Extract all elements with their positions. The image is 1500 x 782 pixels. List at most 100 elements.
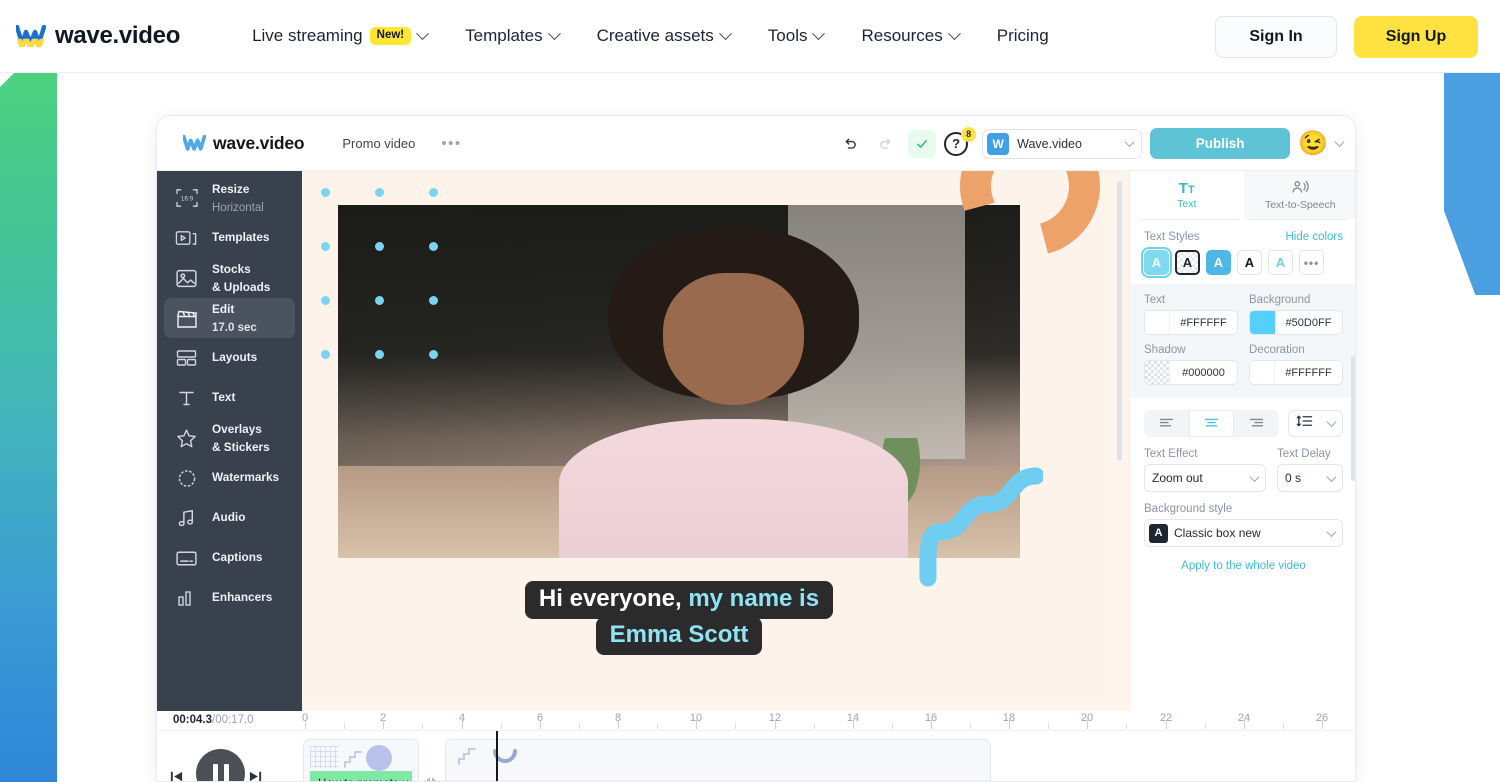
handle-dot[interactable] <box>321 188 330 197</box>
sidebar-item-label: Edit <box>212 302 235 316</box>
nav-item-resources[interactable]: Resources <box>861 26 961 46</box>
site-nav-actions: Sign In Sign Up <box>1215 16 1478 58</box>
nav-item-templates[interactable]: Templates <box>465 26 561 46</box>
text-color-input[interactable]: #FFFFFF <box>1144 310 1238 335</box>
trim-handle-right[interactable] <box>432 777 441 781</box>
line-height-icon <box>1296 414 1313 433</box>
panel-scrollbar[interactable] <box>1351 356 1355 481</box>
publish-button[interactable]: Publish <box>1150 128 1291 159</box>
playhead[interactable] <box>496 731 498 781</box>
sidebar-item-edit[interactable]: Edit 17.0 sec <box>164 298 295 338</box>
decoration-color-input[interactable]: #FFFFFF <box>1249 360 1343 385</box>
style-swatch-3[interactable]: A <box>1206 250 1231 275</box>
timeline-clip-intro[interactable]: How to promote y <box>303 739 419 781</box>
chevron-down-icon <box>416 26 429 40</box>
nav-label: Live streaming <box>252 26 363 45</box>
color-chip[interactable] <box>1250 361 1275 384</box>
chevron-down-icon[interactable] <box>1334 137 1345 148</box>
color-chip[interactable] <box>1145 361 1170 384</box>
handle-dot[interactable] <box>375 188 384 197</box>
color-chip[interactable] <box>1145 311 1170 334</box>
sidebar-item-audio[interactable]: Audio <box>164 498 295 538</box>
sidebar-item-captions[interactable]: Captions <box>164 538 295 578</box>
sidebar-item-watermarks[interactable]: Watermarks <box>164 458 295 498</box>
style-swatch-5[interactable]: A <box>1268 250 1293 275</box>
style-swatch-4[interactable]: A <box>1237 250 1262 275</box>
project-name[interactable]: Promo video <box>342 136 415 151</box>
handle-dot[interactable] <box>321 242 330 251</box>
text-delay-select[interactable]: 0 s <box>1277 464 1343 492</box>
handle-dot[interactable] <box>375 350 384 359</box>
site-logo-text: wave.video <box>55 22 181 49</box>
handle-dot[interactable] <box>429 188 438 197</box>
nav-item-live-streaming[interactable]: Live streaming New! <box>252 26 429 46</box>
caption-line-2: Emma Scott <box>595 617 763 655</box>
skip-next-icon[interactable] <box>248 769 263 781</box>
nav-item-creative-assets[interactable]: Creative assets <box>597 26 732 46</box>
background-color-input[interactable]: #50D0FF <box>1249 310 1343 335</box>
skip-previous-icon[interactable] <box>169 769 184 781</box>
handle-dot[interactable] <box>429 350 438 359</box>
hide-colors-link[interactable]: Hide colors <box>1285 231 1343 243</box>
sidebar-item-layouts[interactable]: Layouts <box>164 338 295 378</box>
align-left-button[interactable] <box>1144 410 1189 437</box>
text-effect-select[interactable]: Zoom out <box>1144 464 1266 492</box>
editor-logo[interactable]: wave.video <box>181 133 305 154</box>
nav-item-pricing[interactable]: Pricing <box>997 26 1049 46</box>
style-swatch-more-icon[interactable]: ••• <box>1299 250 1324 275</box>
sidebar-item-text[interactable]: Text <box>164 378 295 418</box>
nav-item-tools[interactable]: Tools <box>768 26 826 46</box>
style-swatch-2[interactable]: A <box>1175 250 1200 275</box>
undo-icon[interactable] <box>836 130 864 158</box>
site-navbar: wave.video Live streaming New! Templates… <box>0 0 1500 73</box>
sidebar-item-stocks-uploads[interactable]: Stocks & Uploads <box>164 258 295 298</box>
color-field-shadow: Shadow #000000 <box>1144 344 1238 385</box>
canvas-scrollbar[interactable] <box>1117 181 1122 461</box>
site-logo[interactable]: wave.video <box>14 22 181 50</box>
avatar[interactable]: 😉 <box>1298 131 1328 156</box>
enhancers-icon <box>173 585 200 612</box>
color-label: Decoration <box>1249 344 1305 356</box>
line-height-control[interactable] <box>1288 410 1343 437</box>
sidebar-item-templates[interactable]: Templates <box>164 218 295 258</box>
handle-dot[interactable] <box>321 296 330 305</box>
handle-dot[interactable] <box>429 296 438 305</box>
caption-overlay[interactable]: Hi everyone, my name is Emma Scott <box>343 581 1015 655</box>
site-nav-items: Live streaming New! Templates Creative a… <box>252 26 1087 46</box>
sidebar-item-enhancers[interactable]: Enhancers <box>164 578 295 618</box>
handle-dot[interactable] <box>321 350 330 359</box>
align-center-button[interactable] <box>1189 410 1234 437</box>
sign-up-button[interactable]: Sign Up <box>1354 16 1478 58</box>
video-editor-window: wave.video Promo video ••• ? 8 W Wave.vi… <box>156 115 1356 782</box>
align-right-button[interactable] <box>1234 410 1279 437</box>
clip-decor-stairs <box>344 750 368 773</box>
play-pause-button[interactable] <box>196 749 245 781</box>
sidebar-item-overlays-stickers[interactable]: Overlays & Stickers <box>164 418 295 458</box>
sidebar-item-label: Templates <box>212 230 270 245</box>
timeline-ruler[interactable]: 00:04.3/00:17.0 0 2 4 6 8 10 12 14 16 18… <box>157 711 1355 731</box>
trim-handle-left[interactable] <box>421 777 430 781</box>
apply-to-whole-video-link[interactable]: Apply to the whole video <box>1130 560 1355 572</box>
editor-canvas[interactable]: Hi everyone, my name is Emma Scott <box>302 171 1129 711</box>
timeline-clip-main[interactable] <box>445 739 991 781</box>
handle-dot[interactable] <box>429 242 438 251</box>
background-style-select[interactable]: A Classic box new <box>1144 519 1343 547</box>
style-swatch-1[interactable]: A <box>1141 247 1172 278</box>
tab-text[interactable]: TT Text <box>1130 171 1244 219</box>
color-field-decoration: Decoration #FFFFFF <box>1249 344 1343 385</box>
sidebar-item-resize[interactable]: 16:9 Resize Horizontal <box>164 178 295 218</box>
project-more-icon[interactable]: ••• <box>441 135 461 152</box>
shadow-color-input[interactable]: #000000 <box>1144 360 1238 385</box>
redo-icon[interactable] <box>872 130 900 158</box>
color-chip[interactable] <box>1250 311 1275 334</box>
sign-in-button[interactable]: Sign In <box>1215 16 1337 58</box>
handle-dot[interactable] <box>375 242 384 251</box>
help-icon[interactable]: ? 8 <box>944 126 977 159</box>
text-properties-panel: TT Text Text-to-Speech Text Styles Hide … <box>1129 171 1355 711</box>
tab-text-to-speech[interactable]: Text-to-Speech <box>1243 171 1355 219</box>
handle-dot[interactable] <box>375 296 384 305</box>
account-selector[interactable]: W Wave.video <box>982 128 1143 159</box>
tab-label: Text <box>1177 197 1197 210</box>
timeline-tracks[interactable]: How to promote y <box>292 731 1355 781</box>
background-style-field: Background style A Classic box new <box>1144 503 1343 547</box>
